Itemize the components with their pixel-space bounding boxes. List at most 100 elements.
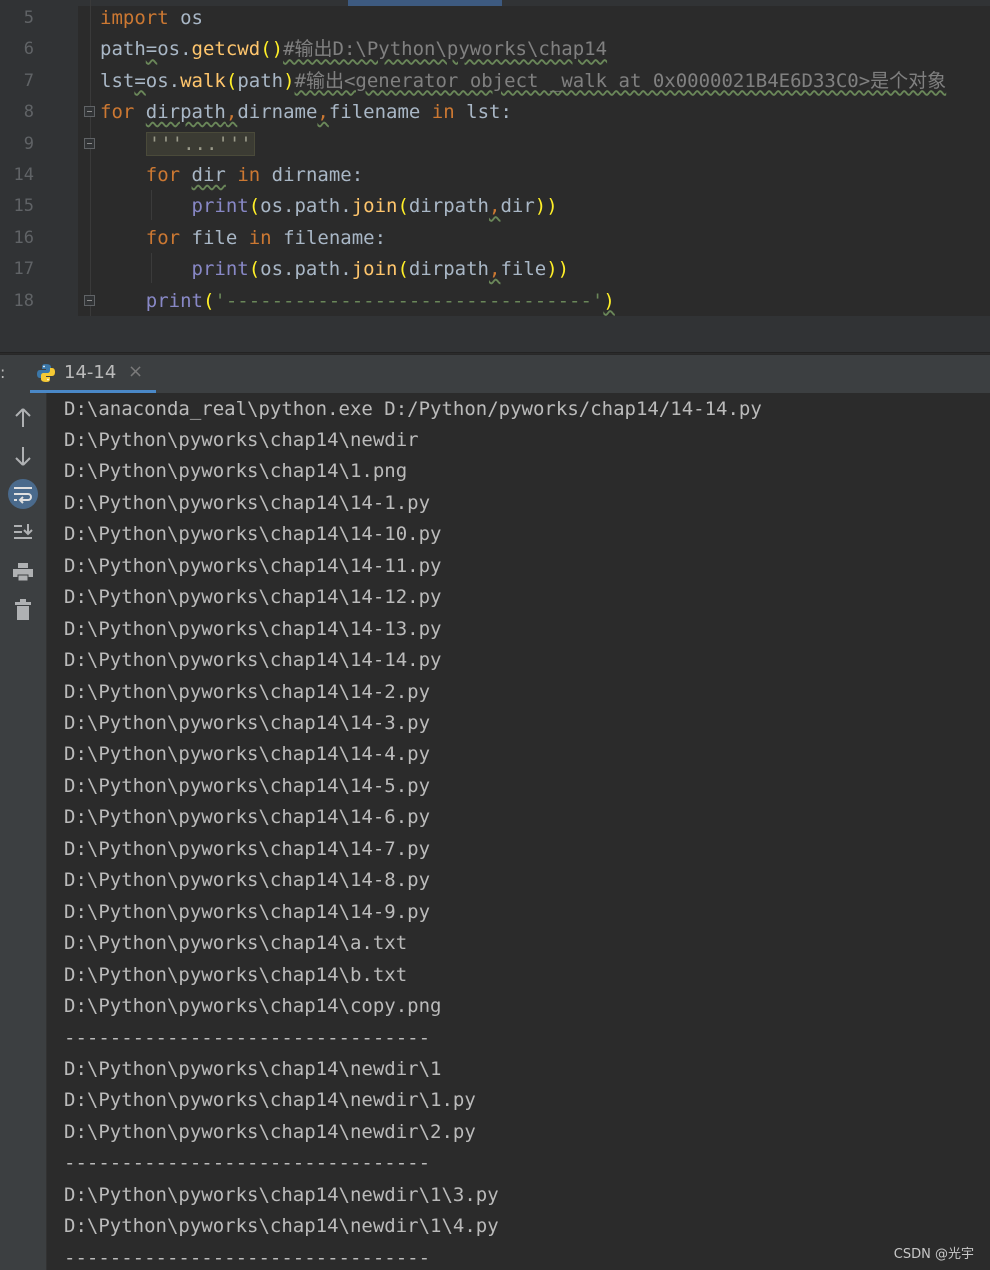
output-line: D:\Python\pyworks\chap14\14-13.py (64, 617, 442, 640)
fold-toggle-icon[interactable] (84, 106, 95, 117)
output-line: D:\Python\pyworks\chap14\newdir (64, 428, 419, 451)
code-token: = (145, 38, 158, 61)
code-text: import os (100, 3, 203, 34)
code-text: for file in filename: (100, 223, 386, 254)
code-token: ( (248, 258, 261, 281)
code-line[interactable]: 14 for dir in dirname: (0, 160, 990, 191)
code-line[interactable]: 6 path=os.getcwd()#输出D:\Python\pyworks\ch… (0, 34, 990, 65)
code-token: ( (248, 195, 261, 218)
watermark: CSDN @光宇 (893, 1247, 974, 1262)
output-line: D:\Python\pyworks\chap14\newdir\1\3.py (64, 1183, 499, 1206)
scroll-to-end-icon[interactable] (8, 517, 38, 547)
output-line: D:\Python\pyworks\chap14\14-8.py (64, 869, 431, 892)
code-token: ) (603, 289, 615, 312)
code-token: filename (328, 101, 421, 124)
code-token: print (191, 258, 249, 281)
output-line: D:\anaconda_real\python.exe D:/Python/py… (64, 397, 762, 420)
up-arrow-icon[interactable] (8, 403, 38, 433)
editor-horizontal-scrollbar[interactable] (0, 316, 990, 353)
output-line: D:\Python\pyworks\chap14\14-2.py (64, 680, 431, 703)
code-token: )) (546, 258, 570, 281)
code-token: ( (202, 289, 215, 312)
code-line[interactable]: 7 lst=os.walk(path)#输出<generator object _… (0, 66, 990, 97)
code-token: '''...''' (145, 131, 255, 156)
code-token: = (134, 69, 146, 92)
code-token: path (237, 69, 284, 92)
code-token: os. (157, 38, 192, 61)
close-icon[interactable]: × (128, 361, 143, 382)
code-line[interactable]: 5 import os (0, 3, 990, 34)
line-number: 14 (13, 165, 34, 185)
line-number: 15 (13, 196, 34, 217)
code-token: for (145, 226, 181, 249)
code-token: , (488, 258, 501, 281)
code-token: in (248, 226, 272, 249)
output-line: D:\Python\pyworks\chap14\newdir\1\4.py (64, 1215, 499, 1238)
run-toolbar (0, 393, 47, 1270)
code-line[interactable]: 18 print('------------------------------… (0, 286, 990, 316)
code-token: dirpath (408, 258, 489, 281)
code-editor[interactable]: 5 import os 6 path=os.getcwd()#输出D:\Python\… (0, 0, 990, 316)
output-line: D:\Python\pyworks\chap14\a.txt (64, 932, 408, 955)
fold-end-icon[interactable] (84, 295, 95, 306)
code-token: os.path. (260, 258, 352, 281)
print-icon[interactable] (8, 557, 38, 587)
code-token: lst (100, 69, 135, 92)
output-line: D:\Python\pyworks\chap14\newdir\1 (64, 1057, 442, 1080)
line-number: 17 (13, 259, 34, 280)
code-token: join (351, 195, 398, 218)
output-line: D:\Python\pyworks\chap14\14-9.py (64, 900, 431, 923)
code-line[interactable]: 15 print(os.path.join(dirpath,dir)) (0, 191, 990, 222)
tab-label: 14-14 (64, 362, 117, 383)
code-text: path=os.getcwd()#输出D:\Python\pyworks\cha… (100, 34, 607, 65)
run-label: : (0, 363, 6, 382)
output-line: D:\Python\pyworks\chap14\newdir\1.py (64, 1089, 476, 1112)
code-line[interactable]: 9 '''...''' (0, 129, 990, 160)
code-line[interactable]: 8 for dirpath,dirname,filename in lst: (0, 97, 990, 128)
code-token: '--------------------------------' (214, 289, 604, 312)
line-number: 5 (23, 8, 34, 28)
console-output[interactable]: D:\anaconda_real\python.exe D:/Python/py… (47, 393, 990, 1270)
code-text: print('--------------------------------'… (100, 286, 615, 316)
tab-14-14[interactable]: 14-14 × (30, 355, 156, 393)
line-number: 9 (23, 133, 34, 154)
soft-wrap-icon[interactable] (8, 479, 38, 509)
code-token: dirname: (271, 164, 364, 186)
output-line: -------------------------------- (64, 1152, 431, 1175)
code-token: dir (500, 195, 535, 218)
output-line: D:\Python\pyworks\chap14\14-5.py (64, 774, 431, 797)
code-token: print (191, 195, 249, 218)
code-token: ( (225, 69, 238, 92)
code-text: for dirpath,dirname,filename in lst: (100, 97, 512, 128)
line-number: 18 (13, 290, 34, 311)
code-token: dirpath (145, 101, 226, 124)
down-arrow-icon[interactable] (8, 441, 38, 471)
output-line: D:\Python\pyworks\chap14\copy.png (64, 995, 442, 1018)
output-line: -------------------------------- (64, 1026, 431, 1049)
code-token: dirname (237, 101, 318, 124)
python-icon (37, 364, 55, 382)
trash-icon[interactable] (8, 595, 38, 625)
output-line: D:\Python\pyworks\chap14\14-12.py (64, 586, 442, 609)
output-line: D:\Python\pyworks\chap14\14-4.py (64, 743, 431, 766)
code-token: file (180, 226, 249, 249)
code-token: join (351, 258, 398, 281)
code-token: , (317, 101, 329, 124)
code-line[interactable]: 17 print(os.path.join(dirpath,file)) (0, 254, 990, 285)
output-line: D:\Python\pyworks\chap14\14-10.py (64, 523, 442, 546)
code-token: #输出D:\Python\pyworks\chap14 (283, 38, 608, 61)
line-number: 6 (23, 39, 34, 60)
code-token: ( (397, 258, 409, 281)
code-line[interactable]: 16 for file in filename: (0, 223, 990, 254)
output-line: D:\Python\pyworks\chap14\14-3.py (64, 712, 431, 734)
code-token: in (225, 164, 272, 186)
code-token: os.path. (260, 195, 352, 218)
code-token: ( (397, 195, 409, 218)
code-token: ) (283, 69, 295, 92)
output-line: -------------------------------- (64, 1246, 431, 1269)
expand-fold-icon[interactable] (84, 138, 95, 149)
